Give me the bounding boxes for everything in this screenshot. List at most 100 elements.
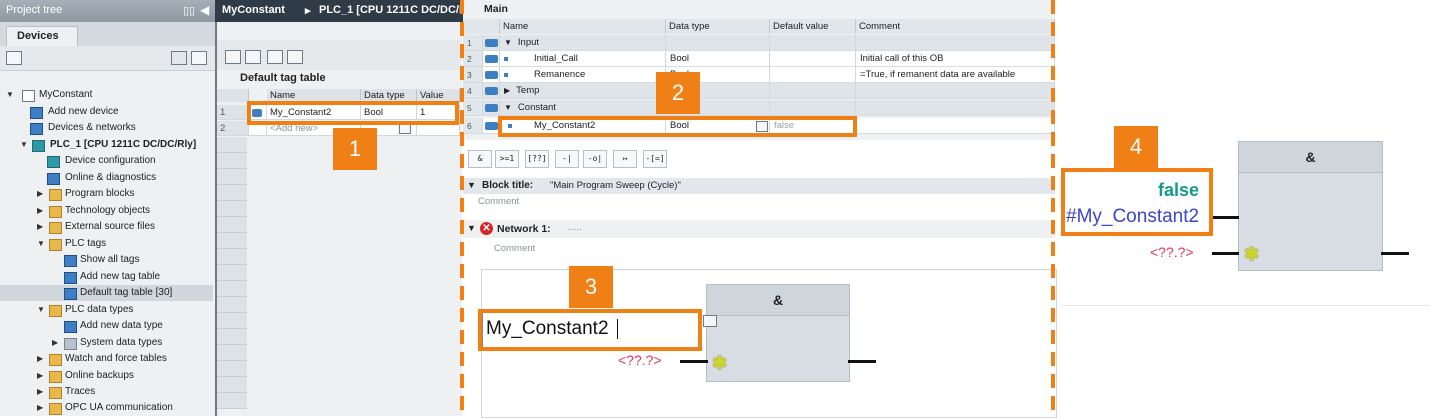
network-header[interactable]: ▼ ✕ Network 1: ..... xyxy=(463,220,1055,238)
tree-item-program-blocks[interactable]: ▶ Program blocks xyxy=(35,186,215,202)
empty-row-header xyxy=(217,233,247,249)
placeholder-operand[interactable]: <??.?> xyxy=(1150,244,1194,260)
interface-comment-cell[interactable] xyxy=(856,83,1055,99)
expand-icon[interactable]: ▼ xyxy=(504,103,512,112)
row-number: 3 xyxy=(463,67,483,83)
column-header-default-value[interactable]: Default value xyxy=(770,19,856,34)
interface-comment-cell[interactable] xyxy=(856,100,1055,116)
folder-icon xyxy=(49,403,62,415)
table-row[interactable]: 1 ▼ Input xyxy=(463,35,1055,51)
and-instruction-button[interactable]: & xyxy=(468,150,492,168)
column-header-data-type[interactable]: Data type xyxy=(666,19,770,34)
insert-input-button[interactable]: -| xyxy=(555,150,579,168)
folder-icon xyxy=(49,206,62,218)
insert-row-icon[interactable] xyxy=(245,50,261,64)
expand-icon[interactable]: ▼ xyxy=(504,38,512,47)
import-icon[interactable] xyxy=(287,50,303,64)
tree-item-traces[interactable]: ▶ Traces xyxy=(35,384,215,400)
tree-item-online-diagnostics[interactable]: Online & diagnostics xyxy=(35,170,215,186)
interface-comment-cell[interactable] xyxy=(856,118,1055,134)
interface-type-cell[interactable]: Bool xyxy=(666,51,770,67)
folder-icon xyxy=(49,387,62,399)
tree-item-add-new-device[interactable]: Add new device xyxy=(20,104,215,120)
column-header-comment[interactable]: Comment xyxy=(856,19,1055,34)
block-comment[interactable]: Comment xyxy=(478,196,519,207)
empty-box-button[interactable]: [??] xyxy=(525,150,549,168)
tree-item-label: PLC tags xyxy=(65,238,107,249)
interface-type-cell[interactable] xyxy=(666,35,770,51)
column-header-name[interactable]: Name xyxy=(500,19,666,34)
add-row-icon[interactable] xyxy=(225,50,241,64)
table-row[interactable]: 5 ▼ Constant xyxy=(463,100,1055,116)
tree-item-label: Online backups xyxy=(65,370,134,381)
tree-item-opc-ua[interactable]: ▶ OPC UA communication xyxy=(35,400,215,416)
view-toggle-icon[interactable] xyxy=(171,51,187,65)
interface-default-cell[interactable] xyxy=(770,51,856,67)
tree-item-plc-data-types[interactable]: ▼ PLC data types xyxy=(35,302,215,318)
tab-devices[interactable]: Devices xyxy=(6,26,78,47)
and-box-result[interactable]: & xyxy=(1238,141,1383,271)
tree-item-online-backups[interactable]: ▶ Online backups xyxy=(35,368,215,384)
interface-default-cell[interactable] xyxy=(770,83,856,99)
tree-item-label: Device configuration xyxy=(65,155,156,166)
empty-row-header xyxy=(217,361,247,377)
table-row[interactable]: 4 ▶ Temp xyxy=(463,83,1055,99)
tree-item-default-tag-table[interactable]: Default tag table [30] xyxy=(0,285,213,301)
coil-button[interactable]: -[=] xyxy=(643,150,667,168)
interface-name-cell[interactable]: ▼ Input xyxy=(500,35,666,51)
overview-icon[interactable] xyxy=(191,51,207,65)
export-icon[interactable] xyxy=(267,50,283,64)
pin-icon[interactable]: ▯▯ xyxy=(183,4,195,17)
table-row[interactable]: 2 Initial_Call Bool Initial call of this… xyxy=(463,51,1055,67)
interface-comment-cell[interactable]: =True, if remanent data are available xyxy=(856,67,1055,83)
breadcrumb-device[interactable]: PLC_1 [CPU 1211C DC/DC/R xyxy=(319,4,465,16)
row-number: 1 xyxy=(217,105,249,120)
network-comment[interactable]: Comment xyxy=(494,243,535,254)
tree-item-project[interactable]: ▼ MyConstant xyxy=(6,87,215,103)
divider-dashed-left xyxy=(460,0,464,416)
tree-item-watch-force-tables[interactable]: ▶ Watch and force tables xyxy=(35,351,215,367)
tree-item-devices-networks[interactable]: Devices & networks xyxy=(20,120,215,136)
interface-comment-cell[interactable] xyxy=(856,35,1055,51)
block-title-label: Block title: xyxy=(482,180,534,191)
collapse-icon[interactable]: ◀ xyxy=(200,3,209,17)
interface-default-cell[interactable] xyxy=(770,35,856,51)
new-device-icon[interactable] xyxy=(6,51,22,65)
block-title-value[interactable]: "Main Program Sweep (Cycle)" xyxy=(550,180,681,191)
error-icon: ✕ xyxy=(480,222,493,235)
and-box[interactable]: & xyxy=(706,284,850,382)
interface-name-cell[interactable]: ▶ Temp xyxy=(500,83,666,99)
interface-name-cell[interactable]: Initial_Call xyxy=(500,51,666,67)
breadcrumb-project[interactable]: MyConstant xyxy=(222,4,285,16)
assignment-button[interactable]: ↦ xyxy=(613,150,637,168)
tree-item-system-data-types[interactable]: ▶ System data types xyxy=(50,335,215,351)
table-row[interactable]: 3 Remanence Bool =True, if remanent data… xyxy=(463,67,1055,83)
expand-icon[interactable]: ▶ xyxy=(504,86,510,95)
tree-item-plc[interactable]: ▼ PLC_1 [CPU 1211C DC/DC/Rly] xyxy=(20,137,215,153)
interface-name-cell[interactable]: ▼ Constant xyxy=(500,100,666,116)
collapse-icon[interactable]: ▼ xyxy=(467,223,476,233)
tree-item-add-new-tag-table[interactable]: Add new tag table xyxy=(50,269,215,285)
tree-item-show-all-tags[interactable]: Show all tags xyxy=(50,252,215,268)
interface-default-cell[interactable] xyxy=(770,100,856,116)
placeholder-operand[interactable]: <??.?> xyxy=(618,352,662,368)
tree-item-device-configuration[interactable]: Device configuration xyxy=(35,153,215,169)
tree-item-external-source-files[interactable]: ▶ External source files xyxy=(35,219,215,235)
operand-picker-icon[interactable] xyxy=(703,315,717,327)
project-tree-title: Project tree xyxy=(6,4,63,16)
tree-item-plc-tags[interactable]: ▼ PLC tags xyxy=(35,236,215,252)
tree-item-add-new-data-type[interactable]: Add new data type xyxy=(50,318,215,334)
interface-default-cell[interactable] xyxy=(770,67,856,83)
block-title-bar[interactable]: ▼ Block title: "Main Program Sweep (Cycl… xyxy=(463,178,1055,194)
tag-table-toolbar xyxy=(217,40,460,70)
interface-name-cell[interactable]: Remanence xyxy=(500,67,666,83)
interface-name-text: Remanence xyxy=(534,69,586,80)
or-instruction-button[interactable]: >=1 xyxy=(495,150,519,168)
negate-input-button[interactable]: -o| xyxy=(583,150,607,168)
section-icon xyxy=(483,35,500,51)
tree-item-technology-objects[interactable]: ▶ Technology objects xyxy=(35,203,215,219)
interface-comment-cell[interactable]: Initial call of this OB xyxy=(856,51,1055,67)
input-wire xyxy=(1212,252,1239,255)
interface-name-text: Constant xyxy=(517,102,556,113)
collapse-icon[interactable]: ▼ xyxy=(467,180,476,190)
